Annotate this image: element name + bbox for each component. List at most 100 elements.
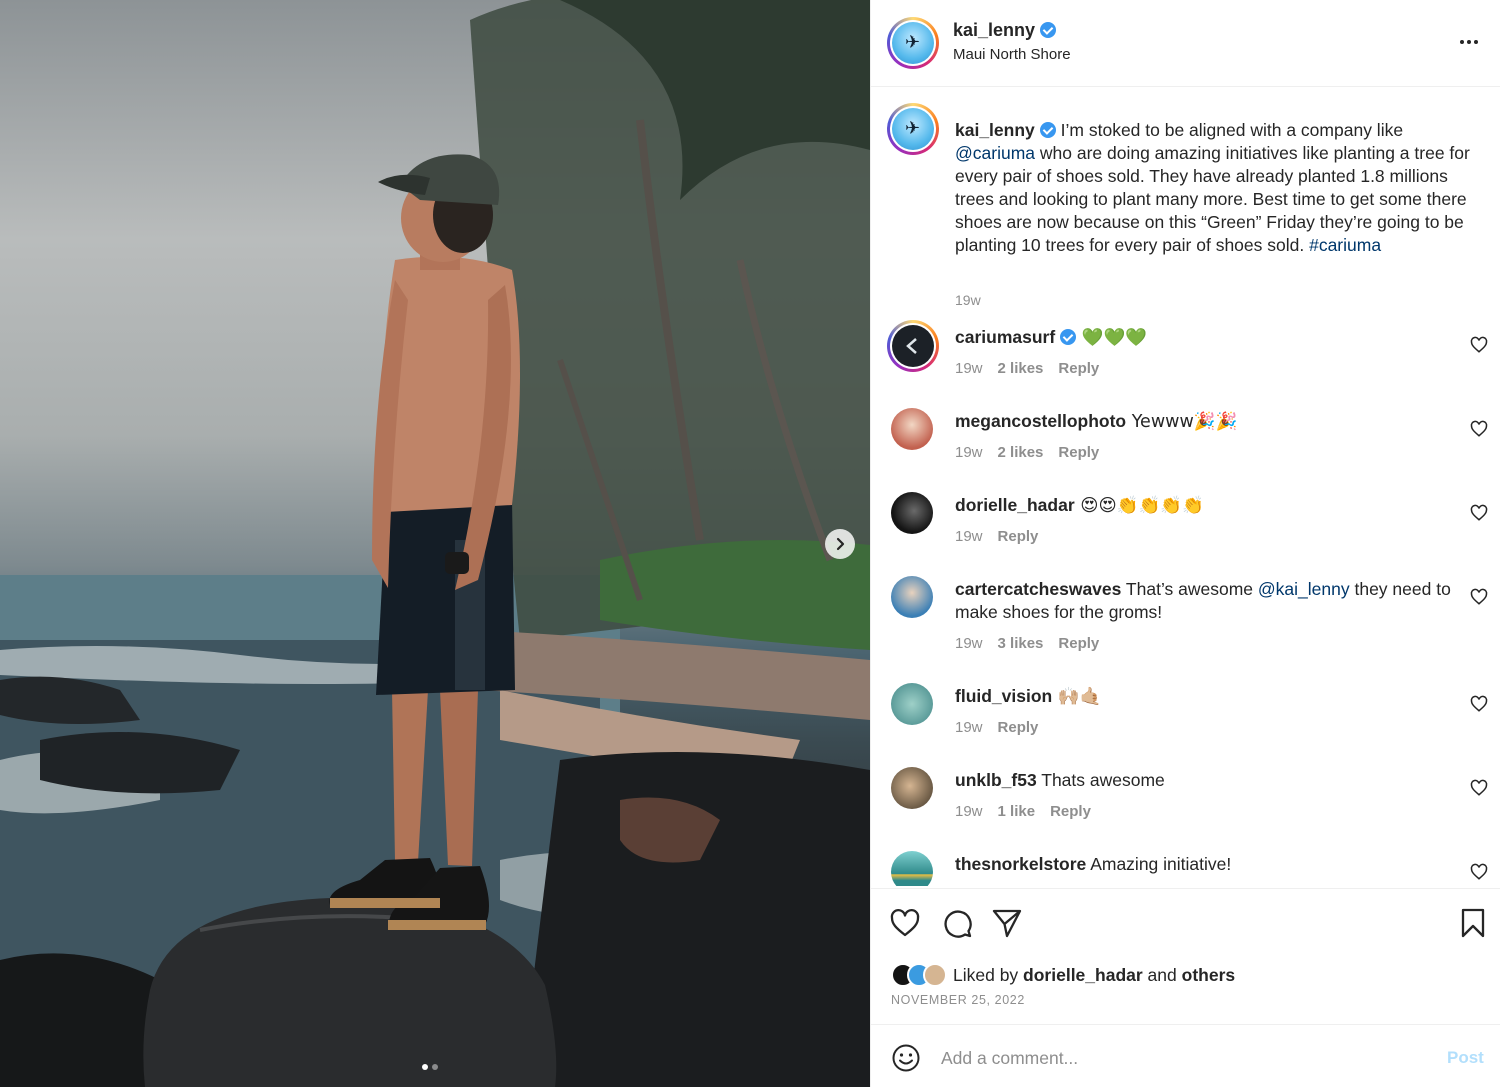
reply-button[interactable]: Reply	[1058, 444, 1099, 461]
comment-time[interactable]: 19w	[955, 444, 983, 461]
comment-like-heart-icon[interactable]	[1470, 420, 1488, 438]
comment-like-heart-icon[interactable]	[1470, 779, 1488, 797]
comment-text: thesnorkelstore Amazing initiative!	[955, 853, 1455, 876]
avatar[interactable]	[891, 576, 933, 618]
comment-input[interactable]	[941, 1043, 1421, 1073]
comment-body: Yewww🎉🎉	[1126, 412, 1238, 432]
caption-story-ring[interactable]: ✈	[887, 103, 939, 155]
comment-body: Thats awesome	[1036, 770, 1165, 790]
avatar	[892, 325, 934, 367]
comment-time[interactable]: 19w	[955, 635, 983, 652]
comment-body: That’s awesome	[1121, 579, 1258, 599]
comment-story-ring[interactable]	[887, 320, 939, 372]
comment-body: 💚💚💚	[1076, 328, 1148, 348]
comment-likes[interactable]: 1 like	[998, 803, 1036, 820]
save-bookmark-icon[interactable]	[1457, 907, 1489, 939]
comment-like-heart-icon[interactable]	[1470, 695, 1488, 713]
comment-body: 🙌🏼🤙🏼	[1052, 687, 1102, 707]
comment-time[interactable]: 19w	[955, 803, 983, 820]
post-actions: Liked by dorielle_hadar and others NOVEM…	[871, 888, 1500, 1024]
comment-likes[interactable]: 3 likes	[998, 635, 1044, 652]
avatar[interactable]	[891, 408, 933, 450]
comment-username[interactable]: cariumasurf	[955, 327, 1055, 347]
comment-username[interactable]: thesnorkelstore	[955, 854, 1086, 874]
avatar[interactable]	[891, 683, 933, 725]
caption-mention-link[interactable]: @cariuma	[955, 143, 1035, 163]
author-username[interactable]: kai_lenny	[953, 20, 1057, 41]
liked-by-row: Liked by dorielle_hadar and others	[891, 963, 1235, 987]
caption-body: I’m stoked to be aligned with a company …	[1060, 120, 1404, 140]
reply-button[interactable]: Reply	[998, 528, 1039, 545]
comments-list[interactable]: ✈ kai_lenny I’m stoked to be aligned wit…	[871, 88, 1500, 886]
emoji-smiley-icon[interactable]	[891, 1043, 921, 1073]
comment-meta: 19w 3 likes Reply	[955, 635, 1114, 652]
next-photo-button[interactable]	[825, 529, 855, 559]
caption-text: kai_lenny I’m stoked to be aligned with …	[955, 119, 1475, 257]
comment-username[interactable]: dorielle_hadar	[955, 495, 1075, 515]
comment-username[interactable]: unklb_f53	[955, 770, 1037, 790]
comment-meta: 19w 1 like Reply	[955, 803, 1106, 820]
liked-by-and: and	[1142, 964, 1182, 985]
post-side-panel: ✈ kai_lenny Maui North Shore ✈ kai_lenny…	[870, 0, 1500, 1087]
reply-button[interactable]: Reply	[1050, 803, 1091, 820]
carousel-dot-2	[432, 1064, 438, 1070]
avatar: ✈	[892, 22, 934, 64]
liked-by-user-link[interactable]: dorielle_hadar	[1023, 965, 1143, 985]
reply-button[interactable]: Reply	[1058, 360, 1099, 377]
comment-time[interactable]: 19w	[955, 360, 983, 377]
comment-username[interactable]: megancostellophoto	[955, 411, 1126, 431]
reply-button[interactable]: Reply	[1058, 635, 1099, 652]
caption-timestamp[interactable]: 19w	[955, 292, 981, 308]
more-options-button[interactable]	[1455, 32, 1483, 52]
story-ring[interactable]: ✈	[887, 17, 939, 69]
avatar[interactable]	[891, 492, 933, 534]
comment-text: megancostellophoto Yewww🎉🎉	[955, 410, 1455, 434]
author-username-text[interactable]: kai_lenny	[953, 20, 1035, 40]
comment-like-heart-icon[interactable]	[1470, 504, 1488, 522]
comment-time[interactable]: 19w	[955, 719, 983, 736]
comment-like-heart-icon[interactable]	[1470, 336, 1488, 354]
carousel-indicator	[422, 1064, 438, 1070]
comment-username[interactable]: cartercatcheswaves	[955, 579, 1121, 599]
comment-text: fluid_vision 🙌🏼🤙🏼	[955, 685, 1455, 709]
photo-scene	[0, 0, 870, 1087]
comment-meta: 19w 2 likes Reply	[955, 444, 1114, 461]
comment-bubble-icon[interactable]	[941, 907, 973, 939]
add-comment-bar: Post	[871, 1024, 1500, 1087]
verified-badge-icon	[1060, 329, 1077, 345]
post-comment-button[interactable]: Post	[1447, 1048, 1484, 1068]
chevron-right-icon	[836, 537, 845, 551]
reply-button[interactable]: Reply	[998, 719, 1039, 736]
comment-like-heart-icon[interactable]	[1470, 863, 1488, 881]
comment-like-heart-icon[interactable]	[1470, 588, 1488, 606]
comment-meta: 19w Reply	[955, 528, 1053, 545]
post-header: ✈ kai_lenny Maui North Shore	[871, 0, 1500, 87]
share-paper-plane-icon[interactable]	[991, 907, 1023, 939]
avatar: ✈	[892, 108, 934, 150]
carousel-dot-1	[422, 1064, 428, 1070]
cariuma-logo-icon	[906, 338, 917, 354]
more-dot-icon	[1460, 40, 1464, 44]
post-date[interactable]: NOVEMBER 25, 2022	[891, 993, 1025, 1007]
comment-likes[interactable]: 2 likes	[998, 444, 1044, 461]
liked-by-others-link[interactable]: others	[1182, 965, 1235, 985]
comment-meta: 19w 2 likes Reply	[955, 360, 1114, 377]
comment-time[interactable]: 19w	[955, 528, 983, 545]
verified-badge-icon	[1040, 22, 1057, 38]
more-dot-icon	[1467, 40, 1471, 44]
comment-mention-link[interactable]: @kai_lenny	[1258, 579, 1350, 599]
avatar[interactable]	[891, 851, 933, 886]
comment-meta: 19w Reply	[955, 719, 1053, 736]
comment-text: dorielle_hadar 😍😍👏👏👏👏	[955, 494, 1455, 518]
post-photo[interactable]	[0, 0, 870, 1087]
post-location[interactable]: Maui North Shore	[953, 46, 1071, 63]
caption-hashtag-link[interactable]: #cariuma	[1309, 235, 1381, 255]
comment-username[interactable]: fluid_vision	[955, 686, 1052, 706]
liked-by-text: Liked by dorielle_hadar and others	[953, 965, 1235, 986]
avatar[interactable]	[891, 767, 933, 809]
caption-username[interactable]: kai_lenny	[955, 120, 1035, 140]
comment-likes[interactable]: 2 likes	[998, 360, 1044, 377]
avatar[interactable]	[923, 963, 947, 987]
comment-text: cariumasurf 💚💚💚	[955, 326, 1455, 350]
like-heart-icon[interactable]	[889, 907, 921, 939]
